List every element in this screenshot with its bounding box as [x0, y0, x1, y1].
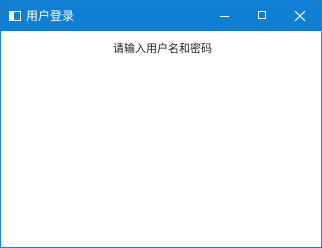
title-bar[interactable]: 用户登录	[1, 1, 321, 31]
minimize-icon	[220, 16, 229, 17]
window-icon	[9, 11, 21, 21]
login-prompt-text: 请输入用户名和密码	[113, 42, 212, 55]
close-button[interactable]	[280, 1, 320, 31]
login-window: 用户登录 请输入用户名和密码	[0, 0, 322, 248]
close-icon	[294, 10, 306, 22]
window-content: 请输入用户名和密码	[1, 31, 321, 247]
maximize-icon	[258, 11, 266, 19]
minimize-button[interactable]	[204, 1, 244, 31]
maximize-button[interactable]	[242, 1, 282, 31]
window-title: 用户登录	[26, 9, 75, 23]
